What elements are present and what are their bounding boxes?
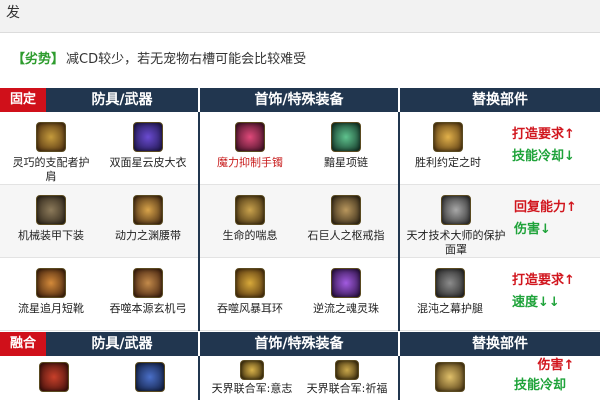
equipment-item[interactable]: 天才技术大师的保护面罩 [404, 195, 508, 257]
item-label: 生命的喘息 [222, 229, 278, 242]
equipment-item[interactable]: 动力之渊腰带 [100, 195, 196, 243]
col-header-replace: 替换部件 [472, 92, 528, 108]
breath-icon [235, 195, 265, 225]
top-strip: 发 [0, 0, 600, 33]
equipment-item[interactable]: 流星追月短靴 [8, 268, 94, 316]
item-label: 灵巧的支配者护肩 [12, 156, 90, 183]
table-row: 机械装甲下装 动力之渊腰带 生命的喘息 石巨人之枢戒指 天才技术大师的保护面罩 … [0, 185, 600, 258]
col-header-jewelry: 首饰/特殊装备 [254, 336, 344, 352]
item-label: 天界联合军:意志 [211, 382, 293, 395]
item-label: 混沌之幕护腿 [417, 302, 483, 315]
equipment-item[interactable]: 生命的喘息 [206, 195, 294, 243]
item-label: 流星追月短靴 [18, 302, 84, 315]
effect-list: 打造要求↑ 技能冷却↓ [512, 124, 598, 168]
column-divider [198, 112, 200, 331]
boots-icon [36, 268, 66, 298]
section-tag-fusion: 融合 [0, 332, 46, 356]
equipment-item[interactable] [24, 362, 84, 392]
effect-list: 伤害↑ 技能冷却 [514, 356, 598, 396]
section-header-fusion: 融合 防具/武器 首饰/特殊装备 替换部件 [0, 332, 600, 356]
effect-list: 打造要求↑ 速度↓↓ [512, 270, 598, 314]
col-header-armor: 防具/武器 [91, 336, 153, 352]
stone-ring-icon [331, 195, 361, 225]
item-label: 石巨人之枢戒指 [307, 229, 385, 242]
soul-orb-icon [331, 268, 361, 298]
coat-icon [133, 122, 163, 152]
section-tag-fixed: 固定 [0, 88, 46, 112]
fusion-jewelry-icon [240, 360, 264, 380]
column-divider [398, 356, 400, 400]
item-label: 天才技术大师的保护面罩 [406, 229, 506, 256]
item-label: 天界联合军:祈福 [306, 382, 388, 395]
belt-icon [133, 195, 163, 225]
top-text: 发 [6, 5, 20, 21]
effect-up: 回复能力↑ [514, 200, 577, 215]
equipment-item[interactable]: 黯星项链 [300, 122, 392, 170]
fusion-replace-icon [435, 362, 465, 392]
fusion-jewelry-icon [335, 360, 359, 380]
shoulder-armor-icon [36, 122, 66, 152]
equipment-item[interactable]: 机械装甲下装 [8, 195, 94, 243]
necklace-icon [331, 122, 361, 152]
table-row: 流星追月短靴 吞噬本源玄机弓 吞噬风暴耳环 逆流之魂灵珠 混沌之幕护腿 打造要求… [0, 258, 600, 331]
earring-icon [235, 268, 265, 298]
col-header-jewelry: 首饰/特殊装备 [254, 92, 344, 108]
column-divider [198, 356, 200, 400]
item-label: 胜利约定之时 [415, 156, 481, 169]
table-row: 天界联合军:意志 天界联合军:祈福 伤害↑ 技能冷却 [0, 356, 600, 400]
leg-armor-icon [36, 195, 66, 225]
helmet-icon [441, 195, 471, 225]
equipment-item[interactable] [120, 362, 180, 392]
equipment-item[interactable]: 胜利约定之时 [404, 122, 492, 170]
effect-up: 打造要求↑ [512, 127, 575, 142]
item-label: 魔力抑制手镯 [217, 156, 283, 169]
equipment-item[interactable]: 吞噬风暴耳环 [206, 268, 294, 316]
item-label: 逆流之魂灵珠 [313, 302, 379, 315]
legguard-icon [433, 122, 463, 152]
equipment-item[interactable] [420, 362, 480, 392]
table-row: 灵巧的支配者护肩 双面星云皮大衣 魔力抑制手镯 黯星项链 胜利约定之时 打造要求… [0, 112, 600, 185]
equipment-item[interactable]: 双面星云皮大衣 [100, 122, 196, 170]
item-label: 吞噬本源玄机弓 [109, 302, 187, 315]
legguard-icon [435, 268, 465, 298]
item-label: 黯星项链 [324, 156, 368, 169]
bracelet-icon [235, 122, 265, 152]
equipment-item[interactable]: 混沌之幕护腿 [404, 268, 496, 316]
effect-down: 速度↓↓ [512, 295, 560, 310]
effect-down: 伤害↓ [514, 222, 551, 237]
disadvantage-note: 【劣势】 减CD较少，若无宠物右槽可能会比较难受 [0, 38, 600, 82]
equipment-item[interactable]: 天界联合军:意志 [206, 360, 298, 396]
effect-up: 伤害↑ [537, 358, 575, 373]
equipment-item[interactable]: 天界联合军:祈福 [300, 360, 394, 396]
equipment-item[interactable]: 逆流之魂灵珠 [300, 268, 392, 316]
col-header-armor: 防具/武器 [91, 92, 153, 108]
disadvantage-text: 减CD较少，若无宠物右槽可能会比较难受 [66, 52, 307, 67]
item-label: 吞噬风暴耳环 [217, 302, 283, 315]
section-header-fixed: 固定 防具/武器 首饰/特殊装备 替换部件 [0, 88, 600, 112]
effect-down: 技能冷却 [514, 378, 567, 393]
equipment-item[interactable]: 灵巧的支配者护肩 [8, 122, 94, 184]
item-label: 双面星云皮大衣 [109, 156, 187, 169]
column-divider [398, 112, 400, 331]
equipment-item[interactable]: 魔力抑制手镯 [206, 122, 294, 170]
item-label: 机械装甲下装 [18, 229, 84, 242]
fusion-armor-icon [39, 362, 69, 392]
col-header-replace: 替换部件 [472, 336, 528, 352]
equipment-item[interactable]: 吞噬本源玄机弓 [100, 268, 196, 316]
disadvantage-tag: 【劣势】 [12, 52, 65, 67]
effect-down: 技能冷却↓ [512, 149, 575, 164]
equipment-item[interactable]: 石巨人之枢戒指 [300, 195, 392, 243]
item-label: 动力之渊腰带 [115, 229, 181, 242]
fusion-weapon-icon [135, 362, 165, 392]
effect-up: 打造要求↑ [512, 273, 575, 288]
bow-icon [133, 268, 163, 298]
effect-list: 回复能力↑ 伤害↓ [514, 197, 598, 241]
